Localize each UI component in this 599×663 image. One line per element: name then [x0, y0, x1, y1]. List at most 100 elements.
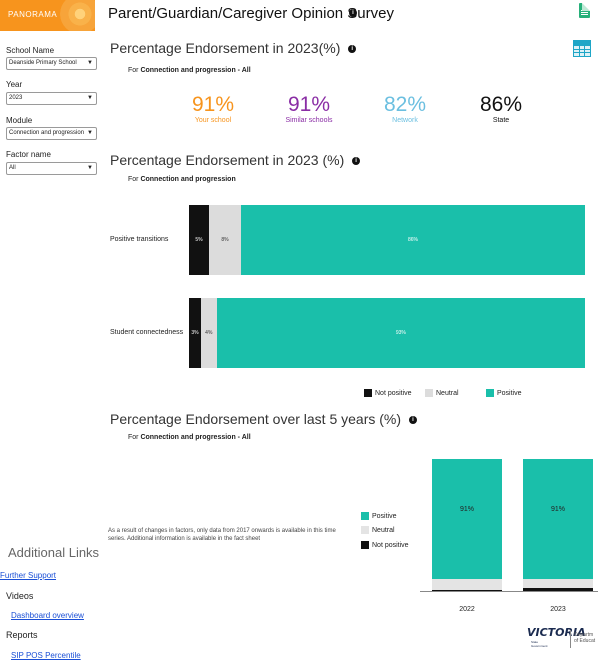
kpi-card: 91% Similar schools — [264, 93, 354, 124]
kpi-value: 82% — [383, 93, 427, 116]
bar-segment-positive: 93% — [216, 298, 585, 368]
legend-swatch — [361, 526, 369, 534]
column-segment-positive: 91% — [432, 459, 502, 580]
stacked-column: 91% — [432, 459, 502, 591]
bar-segment-neutral: 8% — [209, 205, 241, 275]
column-segment-neutral — [432, 579, 502, 590]
document-icon[interactable] — [579, 3, 590, 18]
legend-label: Neutral — [436, 389, 459, 397]
legend-swatch — [361, 541, 369, 549]
victoria-subtitle: State Government — [531, 640, 548, 648]
bar-segment-not-positive: 3% — [189, 298, 201, 368]
info-icon[interactable]: i — [349, 9, 357, 17]
kpi-value: 91% — [191, 93, 235, 116]
legend-label: Positive — [372, 512, 397, 520]
additional-links-title: Additional Links — [8, 545, 100, 560]
chevron-down-icon: ▼ — [87, 165, 93, 171]
legend-swatch — [364, 389, 372, 397]
kpi-card: 91% Your school — [168, 93, 258, 124]
legend-item: Positive — [486, 389, 522, 397]
chevron-down-icon: ▼ — [87, 95, 93, 101]
legend-swatch — [361, 512, 369, 520]
legend-swatch — [425, 389, 433, 397]
reports-heading: Reports — [6, 630, 38, 640]
year-value: 2023 — [9, 95, 23, 101]
legend-label: Positive — [497, 389, 522, 397]
kpi-label: Similar schools — [285, 117, 333, 124]
time-series-note: As a result of changes in factors, only … — [108, 528, 336, 542]
legend-label: Neutral — [372, 526, 395, 534]
column-segment-neutral — [523, 579, 593, 589]
kpi-value: 91% — [287, 93, 331, 116]
factor-name-label: Factor name — [6, 150, 51, 159]
data-label: 86% — [407, 237, 418, 243]
stacked-column: 91% — [523, 459, 593, 591]
section-title-2023-factors: Percentage Endorsement in 2023 (%) i — [110, 152, 361, 168]
factor-name-value: All — [9, 165, 16, 171]
section-title-text: Percentage Endorsement in 2023(%) — [110, 40, 341, 56]
module-select[interactable]: Connection and progression ▼ — [6, 127, 97, 140]
subtitle-prefix: For — [128, 67, 141, 74]
table-grid-icon[interactable] — [573, 40, 591, 57]
data-label: 91% — [459, 505, 474, 513]
kpi-label: Your school — [194, 117, 232, 124]
panorama-logo[interactable]: PANORAMA — [0, 0, 95, 31]
data-label: 3% — [191, 330, 199, 336]
factor-name-select[interactable]: All ▼ — [6, 162, 97, 175]
legend-item: Neutral — [361, 526, 395, 534]
chevron-down-icon: ▼ — [87, 130, 93, 136]
kpi-card: 86% State — [456, 93, 546, 124]
legend-label: Not positive — [372, 541, 409, 549]
info-icon[interactable]: i — [352, 157, 361, 166]
section-title-5-years: Percentage Endorsement over last 5 years… — [110, 411, 417, 427]
vic-sub-line2: Government — [531, 644, 548, 648]
videos-heading: Videos — [6, 591, 34, 601]
data-label: 8% — [221, 237, 229, 243]
department-text: Departm of Educat — [574, 632, 595, 644]
kpi-label: Network — [392, 117, 418, 124]
dashboard-overview-link[interactable]: Dashboard overview — [11, 611, 84, 620]
kpi-card: 82% Network — [360, 93, 450, 124]
stacked-bar: 5% 8% 86% — [189, 205, 585, 275]
further-support-link[interactable]: Further Support — [0, 571, 56, 580]
row-label: Positive transitions — [110, 236, 169, 243]
legend-swatch — [486, 389, 494, 397]
section-title-text: Percentage Endorsement in 2023 (%) — [110, 152, 345, 168]
subtitle-bold: Connection and progression — [140, 176, 236, 183]
section-subtitle: For Connection and progression — [128, 176, 236, 183]
school-name-select[interactable]: Deanside Primary School ▼ — [6, 57, 97, 70]
subtitle-bold: Connection and progression - All — [140, 434, 251, 441]
sip-pos-percentile-link[interactable]: SIP POS Percentile — [11, 651, 81, 660]
legend-item: Not positive — [361, 541, 409, 549]
year-select[interactable]: 2023 ▼ — [6, 92, 97, 105]
data-label: 91% — [550, 505, 565, 513]
subtitle-prefix: For — [128, 434, 141, 441]
kpi-value: 86% — [479, 93, 523, 116]
legend-label: Not positive — [375, 389, 412, 397]
school-name-label: School Name — [6, 46, 55, 55]
module-value: Connection and progression — [9, 130, 85, 136]
row-label: Student connectedness — [110, 329, 184, 336]
info-icon[interactable]: i — [348, 45, 357, 54]
info-icon[interactable]: i — [408, 416, 417, 425]
section-title-text: Percentage Endorsement over last 5 years… — [110, 411, 402, 427]
victoria-government-logo: VICTORIA State Government Departm of Edu… — [527, 626, 599, 656]
section-title-2023: Percentage Endorsement in 2023(%) i — [110, 40, 357, 56]
legend-item: Positive — [361, 512, 397, 520]
logo-text: PANORAMA — [8, 10, 58, 19]
bar-segment-positive: 86% — [240, 205, 585, 275]
data-label: 4% — [205, 330, 213, 336]
x-tick-label: 2022 — [459, 606, 475, 613]
year-label: Year — [6, 80, 23, 89]
bar-segment-not-positive: 5% — [189, 205, 209, 275]
chevron-down-icon: ▼ — [87, 60, 93, 66]
column-segment-positive: 91% — [523, 459, 593, 580]
legend-item: Not positive — [364, 389, 412, 397]
data-label: 5% — [195, 237, 203, 243]
legend-item: Neutral — [425, 389, 459, 397]
kpi-label: State — [492, 117, 510, 124]
stacked-bar: 3% 4% 93% — [189, 298, 585, 368]
data-label: 93% — [395, 330, 406, 336]
school-name-value: Deanside Primary School — [9, 60, 77, 66]
section-subtitle: For Connection and progression - All — [128, 67, 251, 74]
